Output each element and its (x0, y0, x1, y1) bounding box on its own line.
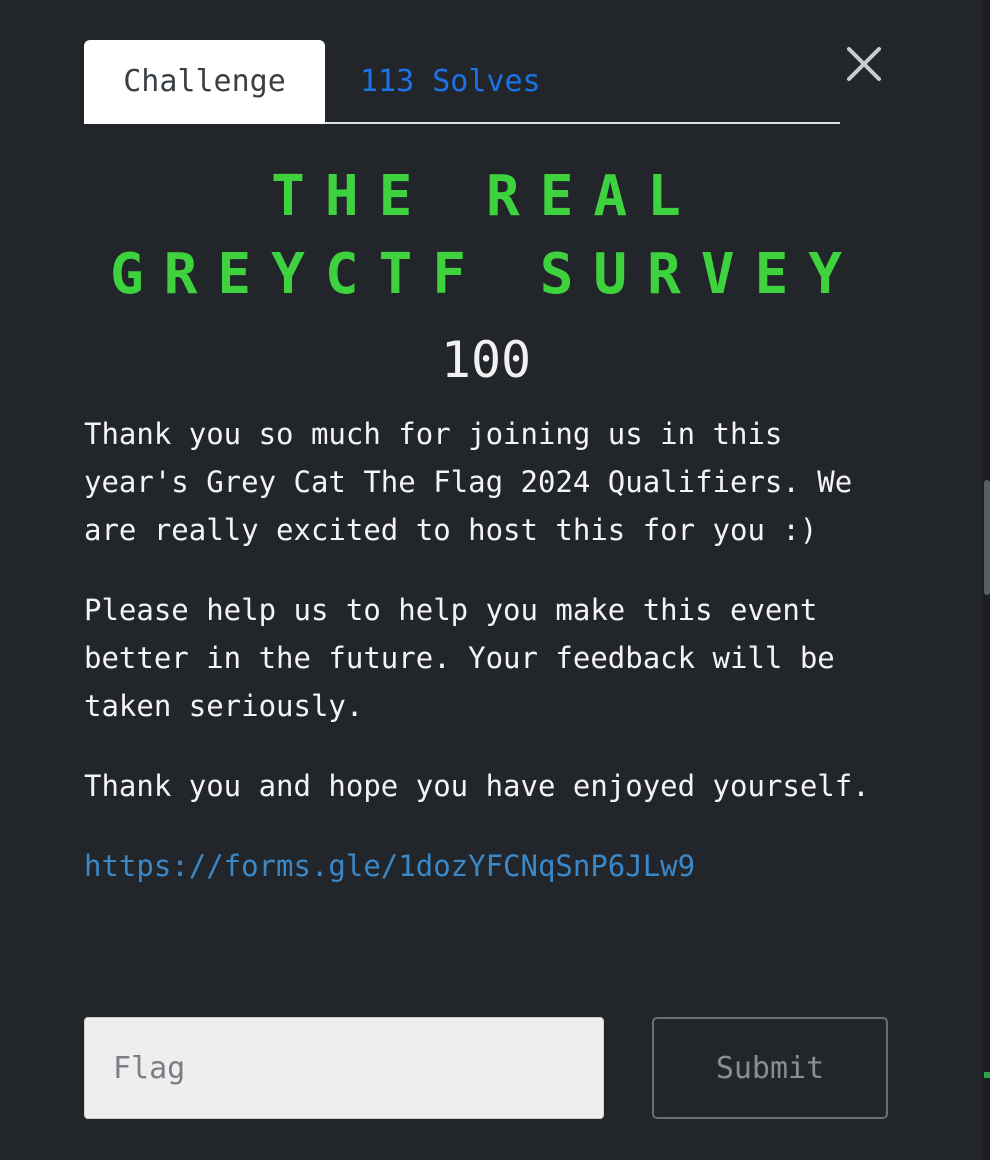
description-paragraph: Thank you and hope you have enjoyed your… (84, 769, 870, 803)
description-paragraph: Thank you so much for joining us in this… (84, 417, 853, 547)
challenge-title: THE REAL GREYCTF SURVEY (109, 164, 862, 307)
close-button[interactable] (844, 44, 884, 84)
challenge-description: Thank you so much for joining us in this… (84, 410, 888, 922)
scrollbar-thumb[interactable] (984, 480, 990, 595)
challenge-tabs: Challenge 113 Solves (84, 40, 840, 124)
survey-link[interactable]: https://forms.gle/1dozYFCNqSnP6JLw9 (84, 849, 695, 883)
description-paragraph: Please help us to help you make this eve… (84, 593, 835, 723)
flag-input[interactable] (84, 1017, 604, 1119)
close-icon (847, 47, 881, 81)
challenge-points: 100 (440, 331, 532, 389)
background-edge (984, 1072, 990, 1078)
submit-button[interactable]: Submit (652, 1017, 888, 1119)
tab-challenge[interactable]: Challenge (84, 40, 325, 124)
challenge-modal: Challenge 113 Solves THE REAL GREYCTF SU… (0, 0, 980, 1160)
tab-solves[interactable]: 113 Solves (360, 40, 541, 124)
link-paragraph: https://forms.gle/1dozYFCNqSnP6JLw9 (84, 842, 888, 890)
